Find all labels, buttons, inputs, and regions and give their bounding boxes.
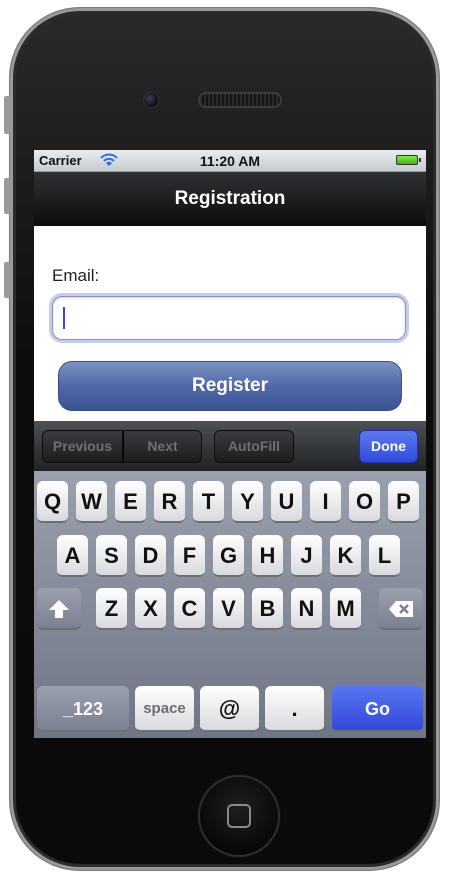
dot-key[interactable]: .: [265, 686, 324, 732]
silent-switch: [4, 96, 10, 134]
key-a[interactable]: A: [57, 535, 88, 577]
shift-icon: [49, 600, 69, 618]
status-time: 11:20 AM: [199, 153, 261, 169]
key-g[interactable]: G: [213, 535, 244, 577]
speaker-grille: [198, 92, 282, 108]
done-button[interactable]: Done: [359, 430, 418, 463]
key-i[interactable]: I: [310, 481, 341, 523]
key-x[interactable]: X: [135, 588, 166, 630]
battery-icon: [396, 155, 421, 165]
key-q[interactable]: Q: [37, 481, 68, 523]
key-p[interactable]: P: [388, 481, 419, 523]
status-bar: Carrier 11:20 AM: [34, 150, 426, 172]
key-b[interactable]: B: [252, 588, 283, 630]
key-y[interactable]: Y: [232, 481, 263, 523]
key-t[interactable]: T: [193, 481, 224, 523]
home-button[interactable]: [198, 775, 280, 857]
next-button[interactable]: Next: [123, 430, 202, 463]
key-u[interactable]: U: [271, 481, 302, 523]
form-area: Email: Register: [34, 226, 426, 421]
volume-up-button: [4, 178, 10, 214]
key-o[interactable]: O: [349, 481, 380, 523]
key-r[interactable]: R: [154, 481, 185, 523]
home-square-icon: [227, 804, 251, 828]
key-d[interactable]: D: [135, 535, 166, 577]
key-n[interactable]: N: [291, 588, 322, 630]
previous-button[interactable]: Previous: [42, 430, 123, 463]
key-w[interactable]: W: [76, 481, 107, 523]
key-f[interactable]: F: [174, 535, 205, 577]
key-c[interactable]: C: [174, 588, 205, 630]
space-key[interactable]: space: [135, 686, 194, 732]
numbers-key[interactable]: _123: [37, 686, 129, 732]
text-cursor: [63, 307, 65, 329]
key-e[interactable]: E: [115, 481, 146, 523]
backspace-icon: [389, 601, 413, 617]
key-j[interactable]: J: [291, 535, 322, 577]
key-k[interactable]: K: [330, 535, 361, 577]
register-button[interactable]: Register: [58, 361, 402, 411]
key-h[interactable]: H: [252, 535, 283, 577]
go-key[interactable]: Go: [332, 686, 423, 732]
keyboard: Q W E R T Y U I O P A S D F G H J K L Z …: [34, 471, 426, 738]
navigation-bar: Registration: [34, 172, 426, 226]
email-field[interactable]: [52, 296, 406, 340]
page-title: Registration: [174, 188, 286, 209]
backspace-key[interactable]: [379, 588, 423, 630]
key-m[interactable]: M: [330, 588, 361, 630]
email-label: Email:: [52, 266, 100, 285]
keyboard-accessory-bar: Previous Next AutoFill Done: [34, 421, 426, 471]
autofill-button[interactable]: AutoFill: [214, 430, 294, 463]
shift-key[interactable]: [37, 588, 81, 630]
volume-down-button: [4, 262, 10, 298]
key-z[interactable]: Z: [96, 588, 127, 630]
key-l[interactable]: L: [369, 535, 400, 577]
at-key[interactable]: @: [200, 686, 259, 732]
screen: Carrier 11:20 AM Registration Email: Reg…: [34, 150, 426, 738]
key-s[interactable]: S: [96, 535, 127, 577]
camera-icon: [143, 92, 159, 108]
key-v[interactable]: V: [213, 588, 244, 630]
